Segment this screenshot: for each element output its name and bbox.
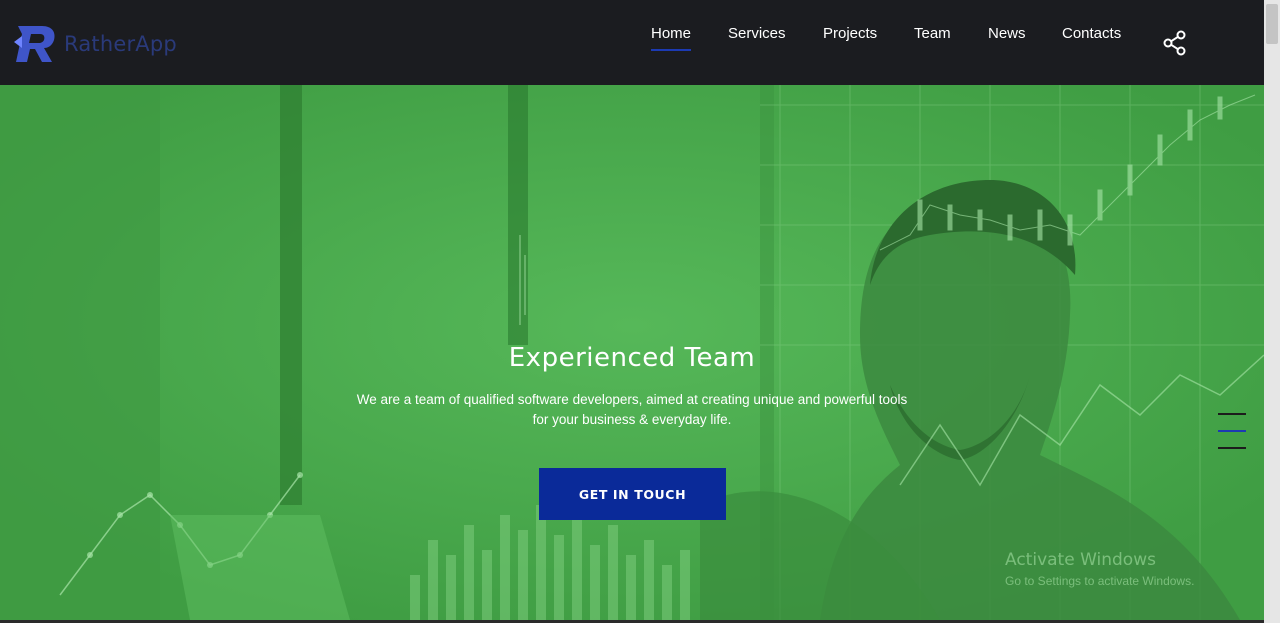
menu-bar-bottom [1218, 447, 1246, 449]
main-nav: Home Services Projects Team News Contact… [0, 24, 1264, 64]
watermark-title: Activate Windows [1005, 550, 1156, 570]
hero-section: Experienced Team We are a team of qualif… [0, 85, 1264, 620]
scrollbar-thumb[interactable] [1266, 4, 1278, 44]
get-in-touch-button[interactable]: GET IN TOUCH [539, 468, 726, 520]
site-header: RatherApp Home Services Projects Team Ne… [0, 0, 1264, 85]
hero-subtitle-line-2: for your business & everyday life. [532, 412, 732, 427]
menu-bar-top [1218, 413, 1246, 415]
nav-item-news[interactable]: News [988, 24, 1026, 44]
hero-title: Experienced Team [508, 343, 756, 373]
windows-activation-watermark: Activate Windows Go to Settings to activ… [1005, 550, 1194, 588]
share-icon[interactable] [1162, 30, 1188, 56]
nav-item-services[interactable]: Services [728, 24, 786, 44]
page-scrollbar[interactable] [1264, 0, 1280, 623]
nav-item-contacts[interactable]: Contacts [1062, 24, 1121, 44]
menu-bar-middle [1218, 430, 1246, 432]
hamburger-menu-icon[interactable] [1218, 411, 1246, 451]
hero-subtitle: We are a team of qualified software deve… [332, 390, 932, 430]
watermark-subtitle: Go to Settings to activate Windows. [1005, 574, 1195, 588]
nav-item-projects[interactable]: Projects [823, 24, 877, 44]
hero-subtitle-line-1: We are a team of qualified software deve… [356, 392, 908, 407]
nav-item-team[interactable]: Team [914, 24, 951, 44]
nav-item-home[interactable]: Home [651, 24, 692, 51]
